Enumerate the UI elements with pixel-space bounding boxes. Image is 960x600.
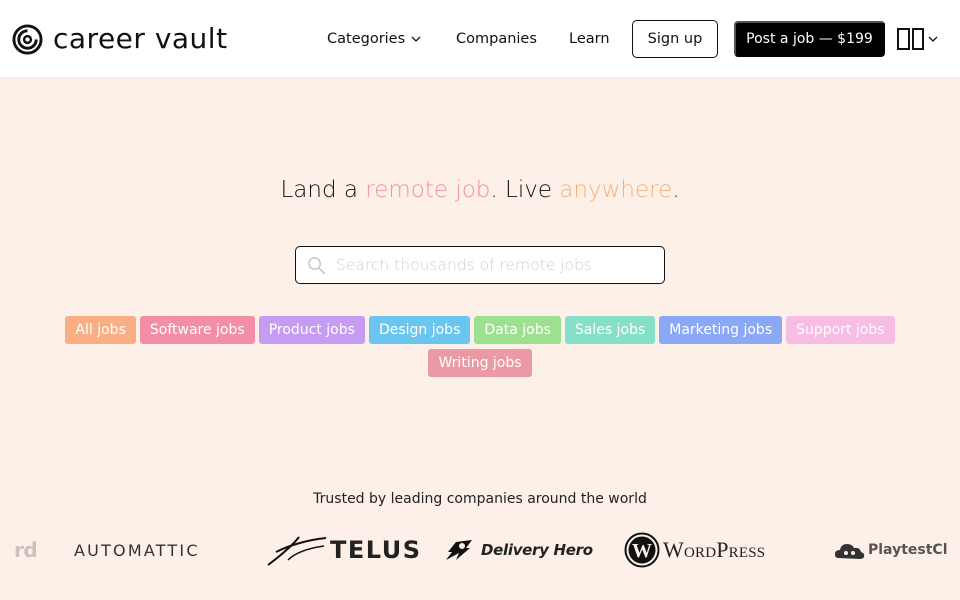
category-tags: All jobs Software jobs Product jobs Desi… (60, 316, 900, 377)
playtest-logo: PlaytestCl (834, 528, 948, 572)
nav-companies-label: Companies (456, 31, 537, 47)
nav-categories-label: Categories (327, 31, 406, 47)
tag-software-jobs[interactable]: Software jobs (139, 316, 255, 344)
job-search-input[interactable] (336, 254, 656, 276)
sign-up-button[interactable]: Sign up (632, 20, 718, 58)
delivery-hero-mark-icon (446, 540, 472, 560)
telus-mark-icon (267, 536, 327, 566)
partial-company-logo: rd (14, 538, 38, 562)
telus-logo: TELUS (266, 528, 421, 572)
hero-headline: Land a remote job. Live anywhere. (0, 174, 960, 206)
nav-categories[interactable]: Categories (327, 29, 421, 49)
playtest-mark-icon (835, 544, 865, 559)
tag-writing-jobs[interactable]: Writing jobs (428, 349, 532, 377)
brand-name: career vault (53, 22, 228, 55)
automattic-logo: AUTOMATTIC (74, 540, 200, 560)
nav-companies[interactable]: Companies (456, 29, 537, 49)
svg-text:W: W (632, 540, 652, 562)
trusted-by-text: Trusted by leading companies around the … (313, 491, 647, 507)
vault-logo-icon (12, 23, 43, 55)
tag-all-jobs[interactable]: All jobs (65, 316, 136, 344)
company-logo-strip: rd AUTOMATTIC TELUS Delivery Hero W Word… (0, 528, 960, 572)
post-job-button[interactable]: Post a job — $199 (734, 21, 885, 57)
top-header: career vault Categories Companies Learn … (0, 0, 960, 78)
hero-text-1: Land a (280, 177, 366, 203)
hero-highlight-anywhere: anywhere (559, 177, 673, 203)
delivery-hero-wordmark: Delivery Hero (481, 541, 593, 559)
playtest-wordmark: PlaytestCl (868, 542, 948, 558)
hero-text-2: . Live (490, 177, 560, 203)
nav-learn-label: Learn (569, 31, 610, 47)
wordpress-mark-icon: W (624, 532, 660, 568)
hero-highlight-remote-job: remote job (365, 177, 491, 203)
brand-logo[interactable]: career vault (12, 22, 228, 56)
telus-wordmark: TELUS (330, 536, 422, 564)
tag-sales-jobs[interactable]: Sales jobs (564, 316, 656, 344)
tag-marketing-jobs[interactable]: Marketing jobs (659, 316, 783, 344)
language-selector[interactable] (897, 28, 938, 50)
tag-design-jobs[interactable]: Design jobs (368, 316, 471, 344)
hero-text-3: . (672, 177, 680, 203)
chevron-down-icon (928, 36, 938, 42)
chevron-down-icon (411, 36, 421, 42)
language-icon (897, 28, 924, 50)
search-icon (308, 257, 325, 274)
job-search-box[interactable] (295, 246, 665, 284)
delivery-hero-logo: Delivery Hero (442, 528, 593, 572)
wordpress-wordmark: WordPress (663, 537, 766, 562)
tag-data-jobs[interactable]: Data jobs (474, 316, 561, 344)
nav-learn[interactable]: Learn (569, 29, 610, 49)
tag-support-jobs[interactable]: Support jobs (786, 316, 895, 344)
wordpress-logo: W WordPress (624, 528, 765, 572)
tag-product-jobs[interactable]: Product jobs (258, 316, 365, 344)
